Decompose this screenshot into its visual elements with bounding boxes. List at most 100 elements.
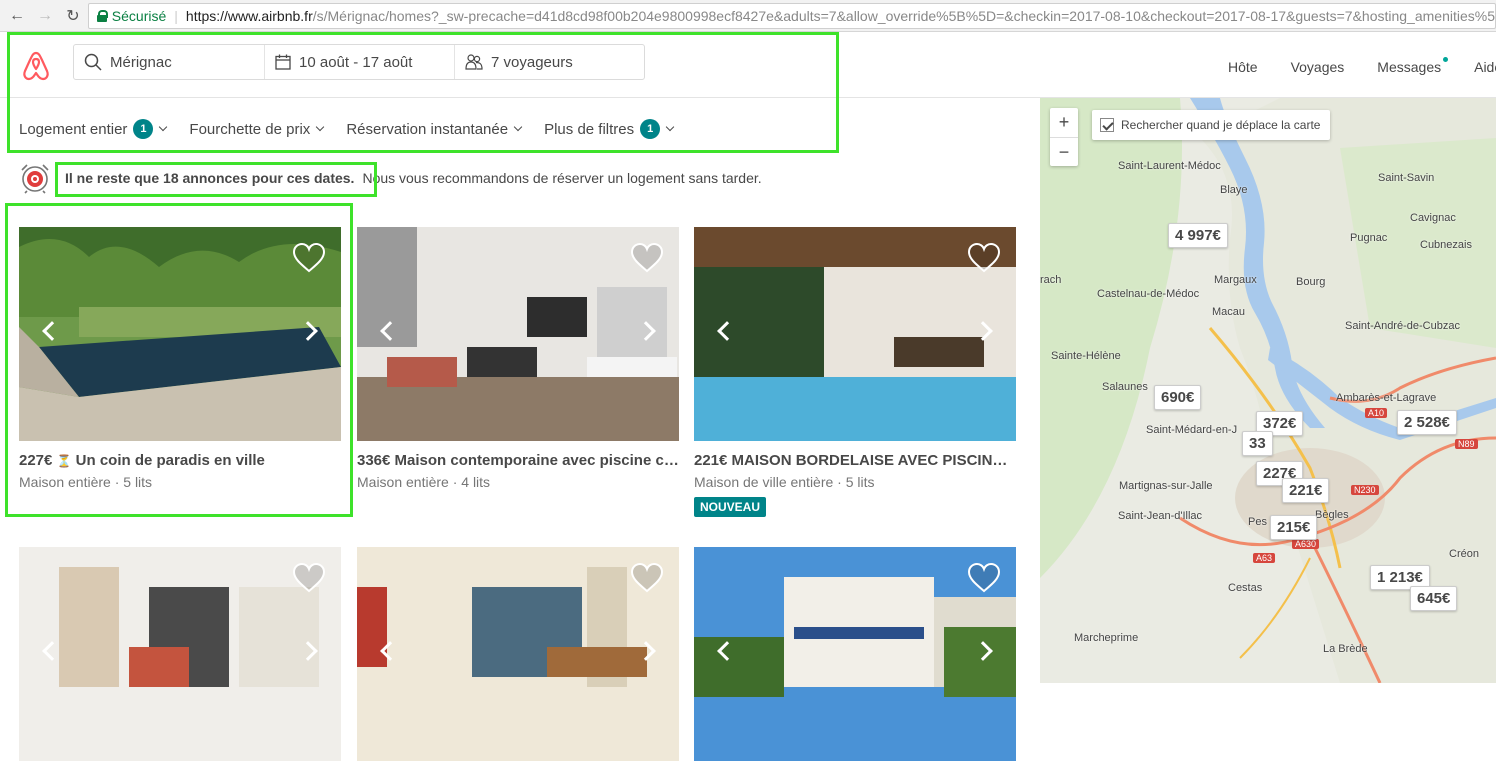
- heart-icon[interactable]: [292, 563, 326, 593]
- map-town-label: Saint-Jean-d'Illac: [1118, 510, 1203, 522]
- dates-input[interactable]: 10 août - 17 août: [264, 45, 454, 79]
- url-host: https://www.airbnb.fr: [185, 8, 313, 24]
- heart-icon[interactable]: [630, 563, 664, 593]
- nav-trips-link[interactable]: Voyages: [1291, 59, 1345, 75]
- map-town-label: Martignas-sur-Jalle: [1119, 480, 1213, 492]
- new-badge: NOUVEAU: [694, 497, 767, 517]
- filter-label: Fourchette de prix: [189, 120, 311, 138]
- road-marker: N230: [1351, 485, 1379, 495]
- zoom-out-button[interactable]: −: [1050, 137, 1078, 166]
- listing-photo[interactable]: [357, 547, 679, 761]
- map-town-label: Cubnezais: [1420, 239, 1472, 251]
- listing-card[interactable]: [19, 547, 341, 761]
- map-town-label: Cestas: [1228, 582, 1263, 594]
- price-pin[interactable]: 645€: [1410, 586, 1458, 611]
- search-on-move-toggle[interactable]: Rechercher quand je déplace la carte: [1092, 110, 1331, 140]
- notice-emphasis: Il ne reste que 18 annonces pour ces dat…: [65, 170, 355, 186]
- listing-card[interactable]: 227€ ⏳ Un coin de paradis en ville Maiso…: [19, 227, 341, 490]
- notice-text: Nous vous recommandons de réserver un lo…: [362, 170, 762, 186]
- heart-icon[interactable]: [967, 243, 1001, 273]
- reload-icon[interactable]: ↻: [62, 5, 84, 27]
- map-town-label: Salaunes: [1102, 381, 1148, 393]
- forward-icon[interactable]: →: [34, 5, 56, 27]
- listing-price: 221€: [694, 452, 728, 469]
- secure-label: Sécurisé: [111, 8, 167, 24]
- guests-icon: [465, 54, 483, 70]
- lock-icon: [97, 10, 108, 22]
- price-pin[interactable]: 215€: [1270, 515, 1318, 540]
- map-town-label: Marcheprime: [1074, 632, 1139, 644]
- map-town-label: Macau: [1212, 306, 1246, 318]
- filter-more-filters[interactable]: Plus de filtres 1: [544, 119, 675, 139]
- location-input[interactable]: Mérignac: [74, 45, 264, 79]
- listing-photo[interactable]: [19, 227, 341, 441]
- heart-icon[interactable]: [292, 243, 326, 273]
- listing-details: Maison entière · 4 lits: [357, 474, 491, 490]
- listing-photo[interactable]: [357, 227, 679, 441]
- zoom-in-button[interactable]: +: [1050, 108, 1078, 137]
- address-bar[interactable]: Sécurisé | https://www.airbnb.fr /s/Méri…: [88, 3, 1496, 29]
- unread-dot-icon: [1443, 57, 1449, 62]
- nav-help-link[interactable]: Aide: [1474, 59, 1496, 75]
- map-town-label: Pes: [1248, 516, 1267, 528]
- search-on-move-label: Rechercher quand je déplace la carte: [1121, 118, 1321, 132]
- map-town-label: Cavignac: [1410, 212, 1456, 224]
- listing-title: 221€ MAISON BORDELAISE AVEC PISCINE CHAU…: [694, 452, 1016, 469]
- listing-card[interactable]: 336€ Maison contemporaine avec piscine c…: [357, 227, 679, 490]
- map-panel[interactable]: + − Rechercher quand je déplace la carte…: [1040, 98, 1496, 683]
- zoom-controls: + −: [1050, 108, 1078, 166]
- dates-value: 10 août - 17 août: [299, 53, 413, 71]
- chevron-down-icon: [159, 122, 168, 132]
- listing-details: Maison entière · 5 lits: [19, 474, 153, 490]
- search-icon: [84, 53, 102, 71]
- top-navigation: Hôte Voyages Messages Aide: [1228, 57, 1496, 75]
- listing-name: MAISON BORDELAISE AVEC PISCINE CHAUFFÉE: [731, 452, 1016, 469]
- map-town-label: Créon: [1449, 548, 1479, 560]
- airbnb-logo-icon[interactable]: [22, 50, 50, 82]
- alarm-clock-icon: [21, 164, 49, 194]
- map-town-label: Blaye: [1220, 184, 1248, 196]
- price-pin[interactable]: 4 997€: [1168, 223, 1228, 248]
- checkbox-checked-icon[interactable]: [1100, 118, 1114, 132]
- nav-messages-link[interactable]: Messages: [1377, 57, 1449, 75]
- listing-name: Un coin de paradis en ville: [75, 452, 265, 469]
- filter-label: Plus de filtres: [544, 120, 635, 138]
- listing-title: 336€ Maison contemporaine avec piscine c…: [357, 452, 679, 469]
- guests-input[interactable]: 7 voyageurs: [454, 45, 644, 79]
- guests-value: 7 voyageurs: [491, 53, 573, 71]
- map-town-label: Margaux: [1214, 274, 1257, 286]
- filter-bar: Logement entier 1 Fourchette de prix Rés…: [19, 119, 696, 139]
- price-pin[interactable]: 2 528€: [1397, 410, 1457, 435]
- road-marker: A630: [1292, 539, 1320, 549]
- listing-card[interactable]: 221€ MAISON BORDELAISE AVEC PISCINE CHAU…: [694, 227, 1016, 517]
- filter-count-badge: 1: [133, 119, 154, 139]
- availability-notice: Il ne reste que 18 annonces pour ces dat…: [19, 163, 1029, 194]
- heart-icon[interactable]: [630, 243, 664, 273]
- listing-title: 227€ ⏳ Un coin de paradis en ville: [19, 452, 341, 469]
- listing-photo[interactable]: [694, 227, 1016, 441]
- heart-icon[interactable]: [967, 563, 1001, 593]
- map-town-label: Saint-Médard-en-J: [1146, 424, 1238, 436]
- map-town-label: Saint-Savin: [1378, 172, 1435, 184]
- listing-card[interactable]: [694, 547, 1016, 761]
- search-bar: Mérignac 10 août - 17 août 7 voyageurs: [73, 44, 645, 80]
- instant-book-icon: ⏳: [56, 454, 72, 468]
- listing-price: 336€: [357, 452, 391, 469]
- chevron-down-icon: [513, 122, 523, 132]
- filter-price-range[interactable]: Fourchette de prix: [189, 119, 325, 139]
- price-pin[interactable]: 221€: [1282, 478, 1330, 503]
- map-town-label: Saint-André-de-Cubzac: [1345, 320, 1460, 332]
- back-icon[interactable]: ←: [6, 5, 28, 27]
- filter-room-type[interactable]: Logement entier 1: [19, 119, 168, 139]
- road-marker: A63: [1253, 553, 1276, 563]
- listing-card[interactable]: [357, 547, 679, 761]
- listing-photo[interactable]: [694, 547, 1016, 761]
- road-marker: A10: [1365, 408, 1388, 418]
- price-pin[interactable]: 690€: [1154, 385, 1202, 410]
- filter-label: Logement entier: [19, 120, 128, 138]
- calendar-icon: [275, 54, 291, 70]
- price-pin[interactable]: 33: [1242, 431, 1273, 456]
- filter-instant-book[interactable]: Réservation instantanée: [346, 119, 523, 139]
- listing-photo[interactable]: [19, 547, 341, 761]
- nav-host-link[interactable]: Hôte: [1228, 59, 1258, 75]
